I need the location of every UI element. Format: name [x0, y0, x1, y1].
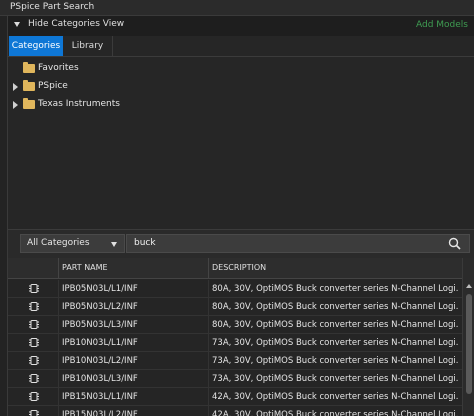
search-query-text: buck [134, 238, 156, 248]
table-row[interactable]: IPB05N03L/L1/INF 80A, 30V, OptiMOS Buck c… [8, 280, 462, 298]
hide-categories-label: Hide Categories View [28, 19, 125, 29]
category-select[interactable]: All Categories [20, 234, 125, 253]
table-row[interactable]: IPB10N03L/L1/INF 73A, 30V, OptiMOS Buck c… [8, 334, 462, 352]
cell-divider [208, 406, 209, 416]
description-cell: 73A, 30V, OptiMOS Buck converter series … [212, 338, 458, 348]
part-name-cell: IPB05N03L/L3/INF [62, 320, 138, 330]
chip-icon [29, 410, 39, 416]
tree-item-label: Texas Instruments [38, 99, 120, 109]
cell-divider [208, 388, 209, 406]
cell-divider [58, 352, 59, 370]
tree-item-label: PSpice [38, 81, 68, 91]
chip-icon [29, 356, 39, 365]
column-header-description[interactable]: DESCRIPTION [212, 263, 266, 272]
table-header: PART NAME DESCRIPTION [8, 258, 462, 279]
tab-categories[interactable]: Categories [9, 36, 63, 56]
cell-divider [58, 334, 59, 352]
table-row[interactable]: IPB05N03L/L2/INF 80A, 30V, OptiMOS Buck c… [8, 298, 462, 316]
cell-divider [58, 280, 59, 298]
folder-icon [23, 62, 35, 73]
expand-arrow-icon[interactable] [13, 101, 18, 109]
add-models-link[interactable]: Add Models [416, 20, 468, 30]
part-name-cell: IPB15N03L/L2/INF [62, 410, 138, 416]
tree-item-label: Favorites [38, 63, 79, 73]
part-name-cell: IPB15N03L/L1/INF [62, 392, 138, 402]
tree-item-pspice[interactable]: PSpice [8, 78, 308, 96]
window-titlebar: PSpice Part Search [0, 0, 474, 16]
table-row[interactable]: IPB15N03L/L2/INF 42A, 30V, OptiMOS Buck c… [8, 406, 462, 416]
search-icon[interactable] [448, 237, 461, 250]
search-input[interactable]: buck [126, 234, 470, 253]
cell-divider [58, 316, 59, 334]
table-row[interactable]: IPB15N03L/L1/INF 42A, 30V, OptiMOS Buck c… [8, 388, 462, 406]
left-edge-bar [0, 16, 8, 416]
table-row[interactable]: IPB10N03L/L2/INF 73A, 30V, OptiMOS Buck c… [8, 352, 462, 370]
category-tree: Favorites PSpice Texas Instruments [8, 57, 474, 230]
search-bar: All Categories buck [8, 230, 474, 258]
chevron-down-icon [111, 242, 117, 247]
folder-icon [23, 80, 35, 91]
chip-icon [29, 284, 39, 293]
column-divider[interactable] [208, 258, 209, 279]
column-header-part-name[interactable]: PART NAME [62, 263, 108, 272]
cell-divider [208, 370, 209, 388]
tab-bar: Categories Library [8, 36, 474, 57]
cell-divider [58, 406, 59, 416]
cell-divider [208, 334, 209, 352]
part-name-cell: IPB05N03L/L1/INF [62, 284, 138, 294]
cell-divider [58, 298, 59, 316]
column-divider[interactable] [58, 258, 59, 279]
chip-icon [29, 302, 39, 311]
chip-icon [29, 374, 39, 383]
category-select-value: All Categories [27, 238, 90, 248]
chip-icon [29, 338, 39, 347]
cell-divider [208, 352, 209, 370]
tab-library[interactable]: Library [63, 36, 113, 56]
scrollbar-thumb[interactable] [466, 294, 472, 394]
description-cell: 42A, 30V, OptiMOS Buck converter series … [212, 392, 458, 402]
chip-icon [29, 392, 39, 401]
collapse-arrow-icon [14, 22, 20, 27]
description-cell: 42A, 30V, OptiMOS Buck converter series … [212, 410, 458, 416]
categories-toggle[interactable]: Hide Categories View Add Models [8, 16, 474, 33]
cell-divider [58, 388, 59, 406]
tree-item-texas-instruments[interactable]: Texas Instruments [8, 96, 308, 114]
results-table: PART NAME DESCRIPTION IPB05N03L/L1/INF 80… [8, 258, 474, 416]
vertical-scrollbar[interactable] [462, 258, 474, 416]
description-cell: 73A, 30V, OptiMOS Buck converter series … [212, 374, 458, 384]
tree-item-favorites[interactable]: Favorites [8, 60, 308, 78]
part-name-cell: IPB10N03L/L1/INF [62, 338, 138, 348]
chip-icon [29, 320, 39, 329]
scroll-up-icon[interactable] [466, 284, 472, 288]
description-cell: 73A, 30V, OptiMOS Buck converter series … [212, 356, 458, 366]
table-row[interactable]: IPB05N03L/L3/INF 80A, 30V, OptiMOS Buck c… [8, 316, 462, 334]
description-cell: 80A, 30V, OptiMOS Buck converter series … [212, 302, 458, 312]
cell-divider [208, 298, 209, 316]
folder-icon [23, 98, 35, 109]
part-name-cell: IPB10N03L/L2/INF [62, 356, 138, 366]
part-name-cell: IPB05N03L/L2/INF [62, 302, 138, 312]
table-row[interactable]: IPB10N03L/L3/INF 73A, 30V, OptiMOS Buck c… [8, 370, 462, 388]
expand-arrow-icon[interactable] [13, 83, 18, 91]
part-name-cell: IPB10N03L/L3/INF [62, 374, 138, 384]
description-cell: 80A, 30V, OptiMOS Buck converter series … [212, 320, 458, 330]
window-title: PSpice Part Search [10, 2, 95, 12]
cell-divider [208, 280, 209, 298]
cell-divider [208, 316, 209, 334]
cell-divider [58, 370, 59, 388]
description-cell: 80A, 30V, OptiMOS Buck converter series … [212, 284, 458, 294]
